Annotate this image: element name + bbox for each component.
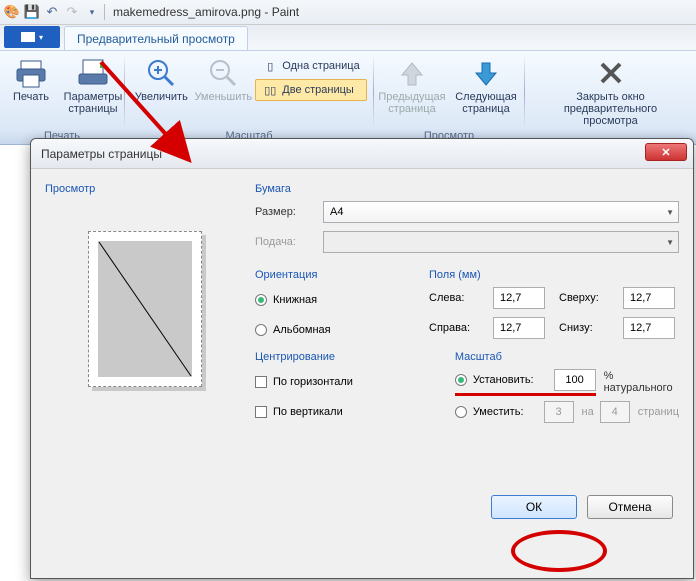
paper-label: Бумага — [255, 183, 679, 195]
zoom-out-icon — [207, 57, 239, 89]
two-pages-icon: ▯▯ — [262, 82, 278, 98]
two-pages-button[interactable]: ▯▯Две страницы — [255, 79, 366, 101]
paper-size-combo[interactable]: A4▼ — [323, 201, 679, 223]
source-label: Подача: — [255, 236, 317, 248]
zoom-out-button[interactable]: Уменьшить — [193, 53, 253, 103]
ribbon-tabs: ▾ Предварительный просмотр — [0, 25, 696, 51]
zoom-in-button[interactable]: Увеличить — [131, 53, 191, 103]
landscape-radio[interactable]: Альбомная — [255, 319, 415, 341]
size-label: Размер: — [255, 206, 317, 218]
orientation-label: Ориентация — [255, 269, 415, 281]
chevron-down-icon: ▼ — [666, 208, 674, 217]
close-preview-button[interactable]: Закрыть окно предварительного просмотра — [538, 53, 684, 127]
adjust-to-radio[interactable] — [455, 374, 467, 386]
title-bar: 🎨 💾 ↶ ↷ ▾ makemedress_amirova.png - Pain… — [0, 0, 696, 25]
fit-height-input: 4 — [600, 401, 630, 423]
tab-print-preview[interactable]: Предварительный просмотр — [64, 26, 248, 50]
margin-top-input[interactable]: 12,7 — [623, 287, 675, 309]
scale-percent-input[interactable]: 100 — [554, 369, 596, 391]
window-title: makemedress_amirova.png - Paint — [113, 5, 299, 19]
print-button[interactable]: Печать — [1, 53, 61, 115]
dialog-title: Параметры страницы — [41, 147, 162, 161]
ok-button[interactable]: ОК — [491, 495, 577, 519]
annotation-circle — [511, 530, 607, 572]
undo-icon[interactable]: ↶ — [44, 4, 60, 20]
center-horizontal-check[interactable]: По горизонтали — [255, 371, 441, 393]
margin-bottom-label: Снизу: — [559, 322, 613, 334]
margin-right-label: Справа: — [429, 322, 483, 334]
margin-bottom-input[interactable]: 12,7 — [623, 317, 675, 339]
page-setup-button[interactable]: Параметры страницы — [63, 53, 123, 115]
redo-icon[interactable]: ↷ — [64, 4, 80, 20]
arrow-down-icon — [470, 57, 502, 89]
margin-left-input[interactable]: 12,7 — [493, 287, 545, 309]
page-preview — [55, 231, 235, 481]
fit-width-input: 3 — [544, 401, 574, 423]
page-setup-dialog: Параметры страницы ✕ Просмотр Бумага Раз… — [30, 138, 694, 579]
cancel-button[interactable]: Отмена — [587, 495, 673, 519]
ribbon: Печать Параметры страницы Печать Увеличи… — [0, 51, 696, 145]
one-page-button[interactable]: ▯Одна страница — [255, 55, 366, 77]
next-page-button[interactable]: Следующая страница — [450, 53, 522, 115]
dialog-close-button[interactable]: ✕ — [645, 143, 687, 161]
save-icon[interactable]: 💾 — [24, 4, 40, 20]
margin-left-label: Слева: — [429, 292, 483, 304]
prev-page-button[interactable]: Предыдущая страница — [376, 53, 448, 115]
margins-label: Поля (мм) — [429, 269, 679, 281]
centering-label: Центрирование — [255, 351, 441, 363]
portrait-radio[interactable]: Книжная — [255, 289, 415, 311]
quick-access-toolbar: 🎨 💾 ↶ ↷ ▾ — [4, 4, 100, 20]
arrow-up-icon — [396, 57, 428, 89]
paint-logo-icon: 🎨 — [4, 4, 20, 20]
printer-icon — [15, 57, 47, 89]
dialog-title-bar: Параметры страницы ✕ — [31, 139, 693, 169]
paper-source-combo: ▼ — [323, 231, 679, 253]
page-setup-icon — [77, 57, 109, 89]
qat-dropdown-icon[interactable]: ▾ — [84, 4, 100, 20]
margin-right-input[interactable]: 12,7 — [493, 317, 545, 339]
preview-label: Просмотр — [45, 183, 245, 195]
zoom-in-icon — [145, 57, 177, 89]
scale-label: Масштаб — [455, 351, 679, 363]
file-menu-button[interactable]: ▾ — [4, 26, 60, 48]
center-vertical-check[interactable]: По вертикали — [255, 401, 441, 423]
close-icon — [595, 57, 627, 89]
margin-top-label: Сверху: — [559, 292, 613, 304]
fit-to-radio[interactable] — [455, 406, 467, 418]
chevron-down-icon: ▼ — [666, 238, 674, 247]
one-page-icon: ▯ — [262, 58, 278, 74]
